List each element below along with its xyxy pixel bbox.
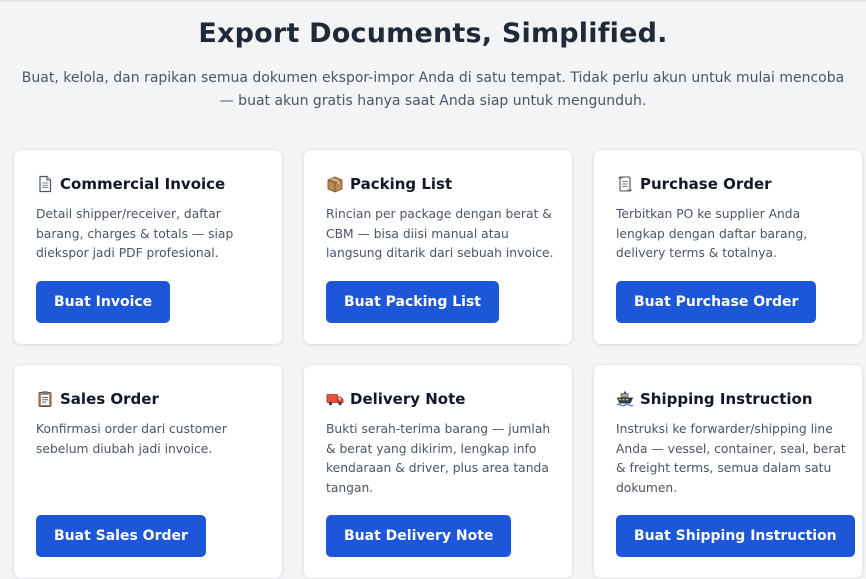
create-invoice-button[interactable]: Buat Invoice (36, 281, 171, 323)
card-description: Rincian per package dengan berat & CBM —… (326, 207, 554, 260)
package-icon (327, 176, 343, 193)
card-title: Purchase Order (640, 175, 772, 193)
card-header: Commercial Invoice (36, 175, 225, 193)
card-sales-order: Sales Order Konfirmasi order dari custom… (13, 364, 283, 579)
card-packing-list: Packing List Rincian per package dengan … (303, 149, 573, 345)
card-description: Instruksi ke forwarder/shipping line And… (616, 422, 846, 495)
card-header: Sales Order (36, 390, 159, 408)
scroll-icon (618, 176, 632, 192)
ship-icon (616, 391, 634, 407)
create-sales-order-button[interactable]: Buat Sales Order (36, 515, 206, 557)
clipboard-icon (38, 391, 52, 407)
create-purchase-order-button[interactable]: Buat Purchase Order (616, 281, 817, 323)
document-icon (39, 175, 52, 193)
card-description: Konfirmasi order dari customer sebelum d… (36, 422, 227, 456)
card-purchase-order: Purchase Order Terbitkan PO ke supplier … (593, 149, 863, 345)
truck-icon (326, 394, 344, 406)
card-delivery-note: Delivery Note Bukti serah-terima barang … (303, 364, 573, 579)
create-shipping-instruction-button[interactable]: Buat Shipping Instruction (616, 515, 855, 557)
card-shipping-instruction: Shipping Instruction Instruksi ke forwar… (593, 364, 863, 579)
card-title: Packing List (350, 175, 453, 193)
card-title: Shipping Instruction (640, 390, 813, 408)
card-header: Delivery Note (326, 390, 465, 408)
page-title: Export Documents, Simplified. (198, 18, 668, 49)
top-divider (0, 0, 866, 2)
create-packing-list-button[interactable]: Buat Packing List (326, 281, 499, 323)
card-title: Sales Order (60, 390, 159, 408)
card-header: Packing List (326, 175, 452, 193)
page-subtitle: Buat, kelola, dan rapikan semua dokumen … (21, 70, 845, 109)
card-description: Bukti serah-terima barang — jumlah & ber… (326, 422, 551, 495)
card-title: Commercial Invoice (60, 175, 226, 193)
card-header: Shipping Instruction (616, 390, 813, 408)
create-delivery-note-button[interactable]: Buat Delivery Note (326, 515, 512, 557)
card-description: Terbitkan PO ke supplier Anda lengkap de… (616, 207, 808, 260)
card-description: Detail shipper/receiver, daftar barang, … (36, 207, 234, 260)
card-header: Purchase Order (616, 175, 772, 193)
card-commercial-invoice: Commercial Invoice Detail shipper/receiv… (13, 149, 283, 345)
card-title: Delivery Note (350, 390, 466, 408)
